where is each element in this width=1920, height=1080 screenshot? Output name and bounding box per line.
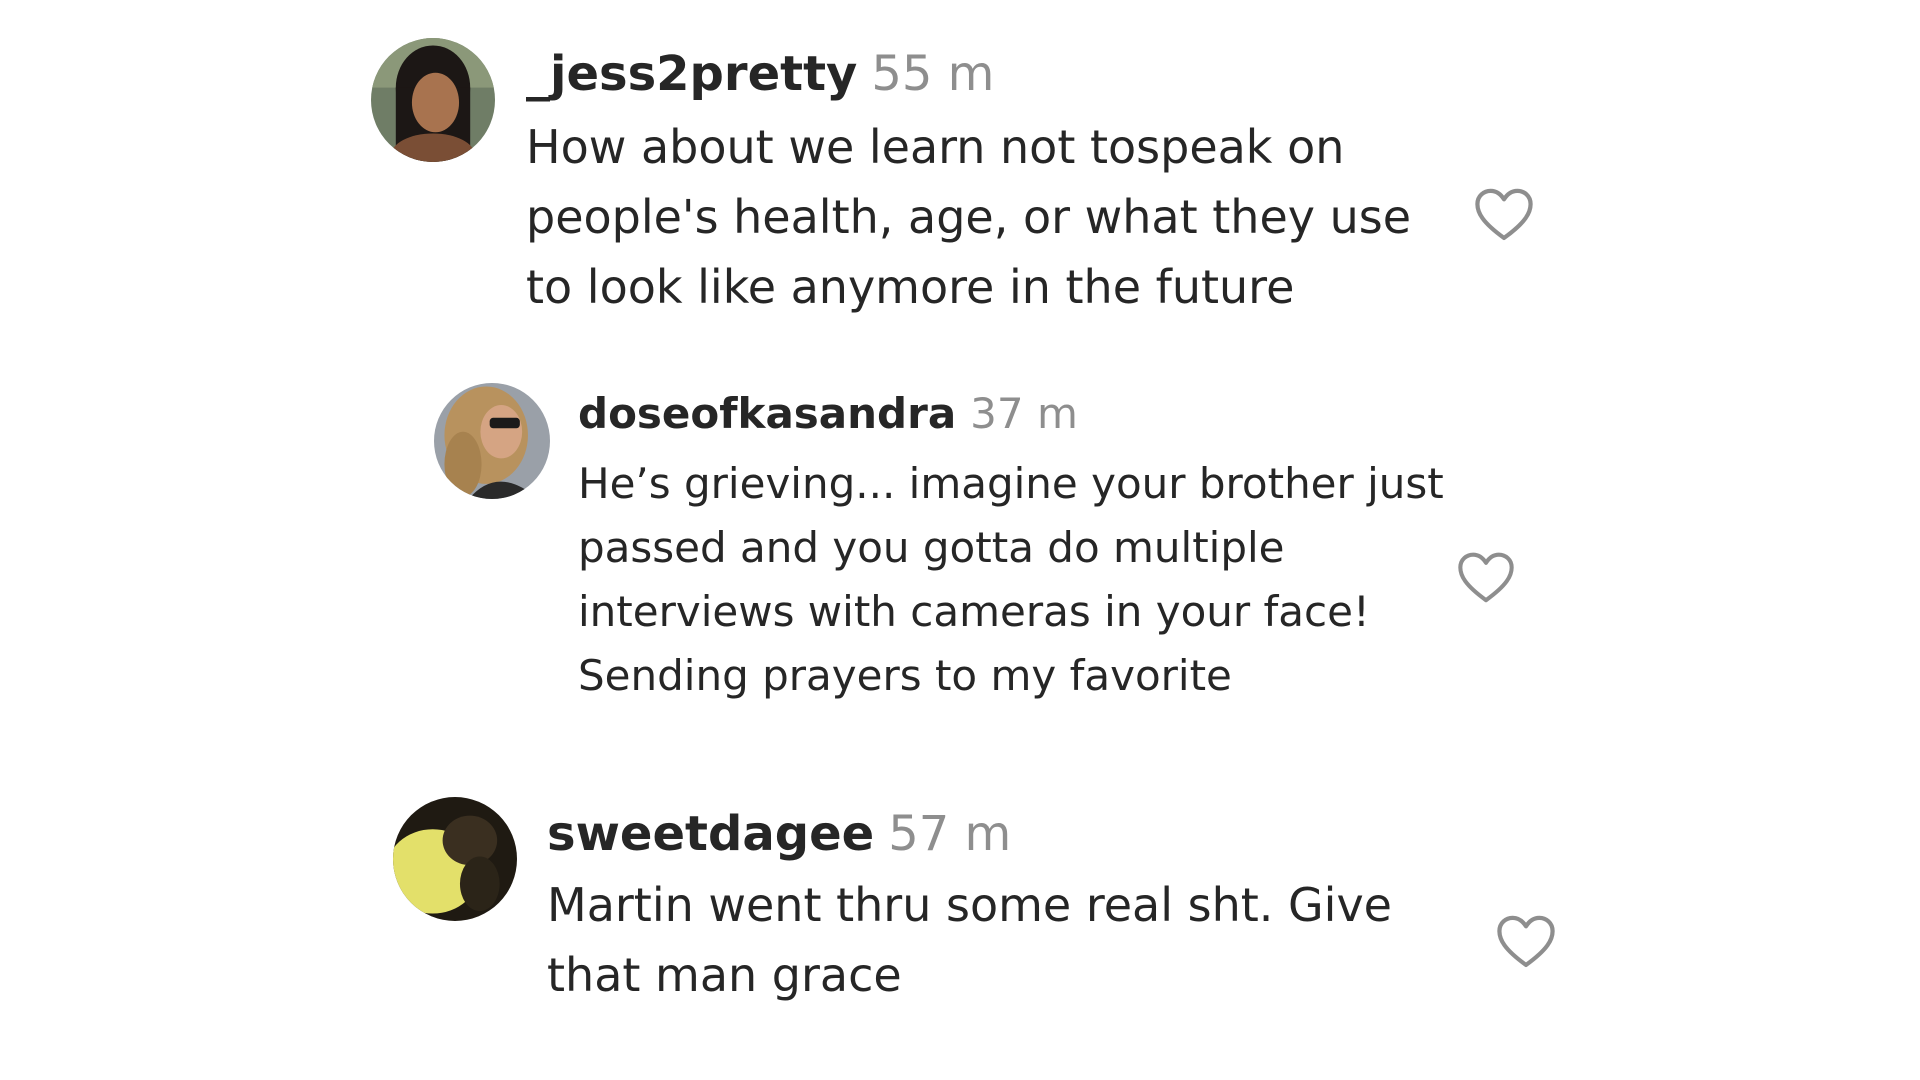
comment-text: Martin went thru some real sht. Give tha… — [547, 878, 1392, 1002]
heart-outline-icon — [1497, 915, 1555, 968]
comment-header: doseofkasandra 37 m — [578, 393, 1078, 435]
timestamp: 37 m — [970, 389, 1078, 438]
comment-header: sweetdagee 57 m — [547, 810, 1011, 858]
timestamp: 55 m — [871, 46, 995, 102]
username-link[interactable]: _jess2pretty — [526, 46, 857, 102]
username-link[interactable]: doseofkasandra — [578, 389, 956, 438]
heart-outline-icon — [1475, 188, 1533, 241]
avatar-image — [371, 38, 495, 162]
like-button[interactable] — [1458, 552, 1514, 604]
comment-text: He’s grieving... imagine your brother ju… — [578, 459, 1444, 700]
like-button[interactable] — [1475, 188, 1533, 242]
username-link[interactable]: sweetdagee — [547, 806, 874, 862]
like-button[interactable] — [1497, 915, 1555, 969]
avatar[interactable] — [393, 797, 517, 921]
heart-outline-icon — [1458, 552, 1514, 603]
comment-text: How about we learn not tospeak on people… — [526, 120, 1412, 314]
timestamp: 57 m — [888, 806, 1012, 862]
avatar-image — [393, 797, 517, 921]
avatar[interactable] — [434, 383, 550, 499]
avatar-image — [434, 383, 550, 499]
avatar[interactable] — [371, 38, 495, 162]
comment-header: _jess2pretty 55 m — [526, 50, 994, 98]
